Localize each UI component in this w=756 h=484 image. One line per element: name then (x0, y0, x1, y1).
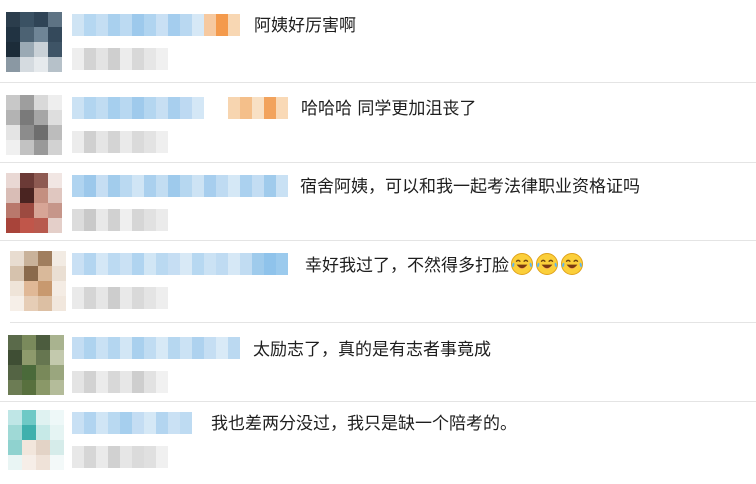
comment-text: 哈哈哈 同学更加沮丧了 (301, 99, 477, 119)
comment-text: 宿舍阿姨，可以和我一起考法律职业资格证吗 (300, 177, 640, 197)
laugh-cry-icon (511, 253, 533, 275)
laugh-cry-icon (561, 253, 583, 275)
username-blurred[interactable] (72, 97, 288, 119)
username-blurred[interactable] (72, 412, 196, 434)
comment-item: 哈哈哈 同学更加沮丧了 (0, 83, 756, 165)
username-blurred[interactable] (72, 175, 288, 197)
timestamp-blurred (72, 446, 168, 468)
comment-text: 太励志了，真的是有志者事竟成 (253, 340, 491, 360)
comment-text: 阿姨好厉害啊 (254, 16, 356, 36)
username-blurred[interactable] (72, 14, 244, 36)
timestamp-blurred (72, 287, 168, 309)
avatar[interactable] (10, 251, 66, 311)
timestamp-blurred (72, 48, 168, 70)
comment-item: 我也差两分没过，我只是缺一个陪考的。 (0, 402, 756, 484)
comment-text: 幸好我过了，不然得多打脸 (305, 252, 584, 278)
avatar[interactable] (8, 410, 64, 470)
username-blurred[interactable] (72, 253, 288, 275)
laugh-cry-icon (536, 253, 558, 275)
comment-text: 我也差两分没过，我只是缺一个陪考的。 (211, 414, 517, 434)
avatar[interactable] (6, 95, 62, 155)
avatar[interactable] (6, 173, 62, 233)
username-blurred[interactable] (72, 337, 244, 359)
comment-item: 阿姨好厉害啊 (0, 0, 756, 82)
timestamp-blurred (72, 131, 168, 153)
timestamp-blurred (72, 371, 168, 393)
comment-item: 太励志了，真的是有志者事竟成 (0, 323, 756, 405)
timestamp-blurred (72, 209, 168, 231)
avatar[interactable] (8, 335, 64, 395)
comment-item: 幸好我过了，不然得多打脸 (0, 241, 756, 323)
comment-list: 阿姨好厉害啊 哈哈哈 同学更加沮丧了 宿舍阿姨，可以和我一起考法律职业资格证吗 … (0, 0, 756, 478)
comment-item: 宿舍阿姨，可以和我一起考法律职业资格证吗 (0, 163, 756, 245)
avatar[interactable] (6, 12, 62, 72)
